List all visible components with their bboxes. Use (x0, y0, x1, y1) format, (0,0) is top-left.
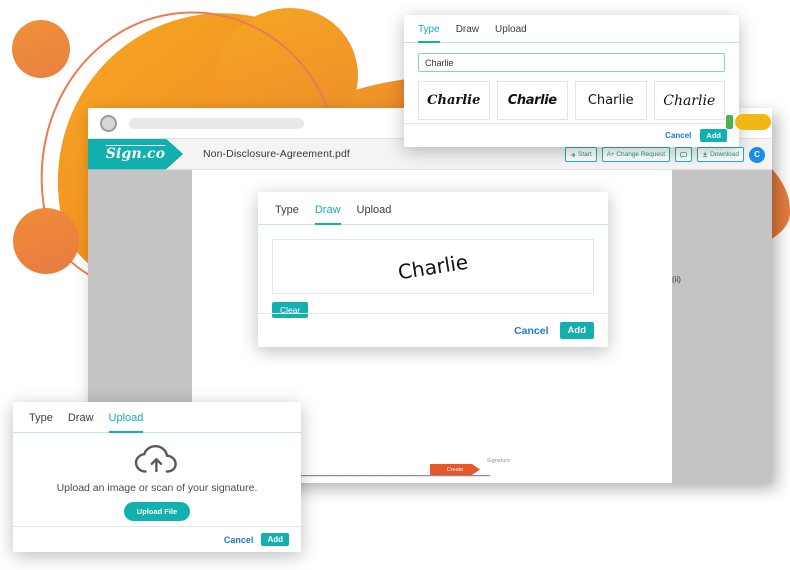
arrow-right-icon (570, 152, 576, 157)
upload-dialog-tabs: Type Draw Upload (13, 402, 301, 433)
draw-dialog-tabs: Type Draw Upload (258, 192, 608, 225)
tab-type[interactable]: Type (418, 24, 440, 43)
document-title: Non-Disclosure-Agreement.pdf (203, 148, 350, 160)
signature-style-option-3[interactable]: Charlie (575, 81, 647, 120)
signature-dialog-draw: Type Draw Upload Charlie Clear Cancel Ad… (258, 192, 608, 347)
signature-field-mini-label: Signature (487, 458, 511, 464)
logo-label: Sign.co (105, 146, 166, 162)
upload-tab-upload[interactable]: Upload (108, 412, 144, 433)
download-icon (702, 151, 708, 158)
tab-upload[interactable]: Upload (495, 24, 527, 43)
type-dialog-footer: Cancel Add (404, 123, 739, 147)
start-button[interactable]: Start (565, 147, 597, 162)
drawn-signature-ink: Charlie (396, 249, 470, 284)
blob-dot-lower-left (13, 208, 79, 274)
upload-cancel-button[interactable]: Cancel (224, 535, 254, 545)
type-add-button[interactable]: Add (700, 129, 727, 142)
tab-draw[interactable]: Draw (456, 24, 479, 43)
signature-style-option-1[interactable]: Charlie (418, 81, 490, 120)
signature-style-label-4: Charlie (663, 92, 716, 109)
draw-tab-type[interactable]: Type (275, 204, 299, 225)
comment-button[interactable] (675, 147, 693, 162)
signature-dialog-type: Type Draw Upload Charlie Charlie Charlie… (404, 15, 739, 147)
change-request-button[interactable]: A+ Change Request (601, 147, 671, 162)
signature-style-options: Charlie Charlie Charlie Charlie (404, 72, 739, 120)
upload-add-button[interactable]: Add (261, 533, 289, 546)
signature-style-label-1: Charlie (427, 93, 481, 108)
upload-dropzone[interactable]: Upload an image or scan of your signatur… (13, 433, 301, 521)
blob-dot-upper-left (12, 20, 70, 78)
a-plus-icon: A+ (606, 151, 615, 158)
status-pill-green (726, 115, 733, 129)
signature-style-option-2[interactable]: Charlie (496, 81, 568, 120)
signature-style-label-3: Charlie (587, 93, 634, 108)
upload-tab-type[interactable]: Type (29, 412, 53, 433)
draw-tab-draw[interactable]: Draw (314, 204, 341, 225)
cloud-upload-icon (134, 444, 177, 473)
type-dialog-tabs: Type Draw Upload (404, 15, 739, 43)
screenshot-root: Sign.co Non-Disclosure-Agreement.pdf Sta… (0, 0, 790, 570)
start-label: Start (578, 151, 592, 158)
signature-name-input[interactable] (418, 53, 725, 72)
download-button[interactable]: Download (697, 147, 744, 162)
signature-draw-canvas[interactable]: Charlie (272, 239, 594, 294)
draw-dialog-footer: Cancel Add (258, 313, 608, 347)
draw-cancel-button[interactable]: Cancel (514, 325, 548, 337)
sign-co-logo[interactable]: Sign.co (88, 138, 183, 170)
signature-style-option-4[interactable]: Charlie (653, 81, 725, 120)
signature-dialog-upload: Type Draw Upload Upload an image or scan… (13, 402, 301, 552)
download-label: Download (710, 151, 739, 158)
type-cancel-button[interactable]: Cancel (665, 131, 691, 140)
signature-style-label-2: Charlie (507, 93, 557, 108)
draw-add-button[interactable]: Add (559, 322, 594, 339)
upload-tab-draw[interactable]: Draw (68, 412, 94, 433)
upload-dialog-footer: Cancel Add (13, 526, 301, 552)
status-pill-yellow[interactable] (735, 114, 771, 130)
browser-menu-icon[interactable] (100, 114, 117, 132)
browser-url-bar[interactable] (129, 117, 304, 129)
avatar-letter: C (754, 150, 760, 159)
comment-icon (680, 151, 687, 158)
upload-instruction-text: Upload an image or scan of your signatur… (56, 482, 258, 494)
user-avatar[interactable]: C (749, 146, 765, 163)
document-fragment-ii: (ii) (672, 275, 681, 284)
change-request-label: Change Request (616, 151, 666, 158)
upload-file-button[interactable]: Upload File (123, 502, 191, 521)
draw-tab-upload[interactable]: Upload (357, 204, 392, 225)
